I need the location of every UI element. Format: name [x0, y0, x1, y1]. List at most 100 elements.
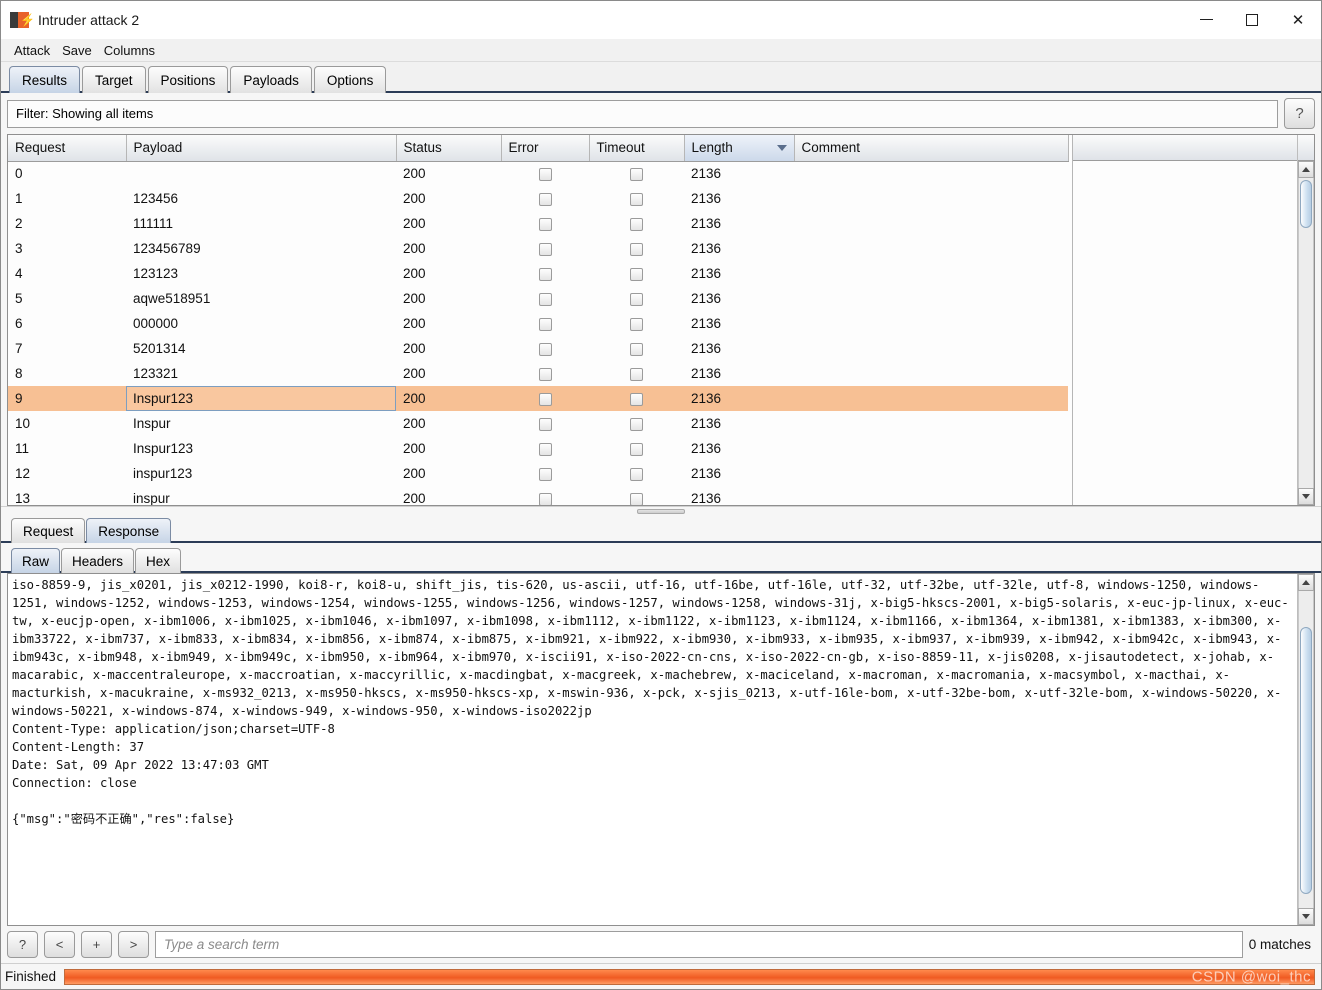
checkbox-icon[interactable]: [630, 342, 643, 356]
checkbox-icon[interactable]: [538, 442, 552, 456]
column-header-status[interactable]: Status: [396, 135, 502, 162]
timeout-checkbox[interactable]: [589, 186, 684, 211]
error-checkbox[interactable]: [501, 361, 589, 386]
error-checkbox[interactable]: [501, 311, 589, 336]
checkbox-icon[interactable]: [630, 242, 643, 256]
table-row[interactable]: 10 Inspur 200 2136: [8, 411, 1068, 436]
maximize-icon[interactable]: [1229, 1, 1275, 39]
results-vertical-scrollbar[interactable]: [1297, 135, 1314, 505]
checkbox-icon[interactable]: [538, 367, 552, 381]
table-row[interactable]: 6 000000 200 2136: [8, 311, 1068, 336]
tab-headers[interactable]: Headers: [61, 548, 135, 573]
checkbox-icon[interactable]: [630, 292, 643, 306]
table-row[interactable]: 7 5201314 200 2136: [8, 336, 1068, 361]
checkbox-icon[interactable]: [630, 267, 643, 281]
tab-options[interactable]: Options: [313, 66, 387, 93]
error-checkbox[interactable]: [501, 186, 589, 211]
checkbox-icon[interactable]: [538, 192, 552, 206]
menu-item-columns[interactable]: Columns: [98, 41, 161, 60]
error-checkbox[interactable]: [501, 236, 589, 261]
column-header-error[interactable]: Error: [501, 135, 590, 162]
error-checkbox[interactable]: [501, 461, 589, 486]
error-checkbox[interactable]: [501, 386, 589, 411]
column-header-comment[interactable]: Comment: [794, 135, 1069, 162]
checkbox-icon[interactable]: [630, 217, 643, 231]
timeout-checkbox[interactable]: [589, 211, 684, 236]
checkbox-icon[interactable]: [538, 392, 552, 406]
error-checkbox[interactable]: [501, 486, 589, 505]
checkbox-icon[interactable]: [630, 442, 643, 456]
splitter-grip[interactable]: [637, 508, 685, 514]
timeout-checkbox[interactable]: [589, 161, 684, 186]
table-row[interactable]: 3 123456789 200 2136: [8, 236, 1068, 261]
table-row[interactable]: 12 inspur123 200 2136: [8, 461, 1068, 486]
checkbox-icon[interactable]: [630, 492, 643, 505]
search-add-button[interactable]: +: [81, 931, 112, 958]
tab-payloads[interactable]: Payloads: [230, 66, 312, 93]
checkbox-icon[interactable]: [630, 392, 643, 406]
error-checkbox[interactable]: [501, 161, 589, 186]
table-row[interactable]: 2 111111 200 2136: [8, 211, 1068, 236]
menu-item-save[interactable]: Save: [56, 41, 98, 60]
tab-request[interactable]: Request: [11, 518, 86, 543]
column-header-length[interactable]: Length: [684, 135, 795, 162]
timeout-checkbox[interactable]: [589, 486, 684, 505]
checkbox-icon[interactable]: [538, 242, 552, 256]
error-checkbox[interactable]: [501, 436, 589, 461]
column-header-timeout[interactable]: Timeout: [589, 135, 685, 162]
table-row[interactable]: 9 Inspur123 200 2136: [8, 386, 1068, 411]
checkbox-icon[interactable]: [630, 192, 643, 206]
table-row[interactable]: 1 123456 200 2136: [8, 186, 1068, 211]
checkbox-icon[interactable]: [630, 367, 643, 381]
error-checkbox[interactable]: [501, 286, 589, 311]
tab-raw[interactable]: Raw: [11, 548, 61, 573]
results-scroll-thumb[interactable]: [1300, 180, 1312, 228]
checkbox-icon[interactable]: [538, 267, 552, 281]
menu-item-attack[interactable]: Attack: [8, 41, 56, 60]
response-scroll-up-icon[interactable]: [1298, 574, 1314, 591]
panel-splitter[interactable]: [1, 506, 1321, 515]
table-row[interactable]: 13 inspur 200 2136: [8, 486, 1068, 505]
checkbox-icon[interactable]: [538, 342, 552, 356]
error-checkbox[interactable]: [501, 411, 589, 436]
search-next-button[interactable]: >: [118, 931, 149, 958]
filter-bar[interactable]: Filter: Showing all items: [7, 99, 1278, 128]
scroll-up-icon[interactable]: [1298, 161, 1314, 178]
table-row[interactable]: 11 Inspur123 200 2136: [8, 436, 1068, 461]
help-icon[interactable]: ?: [1284, 98, 1315, 129]
timeout-checkbox[interactable]: [589, 261, 684, 286]
tab-response[interactable]: Response: [86, 518, 172, 543]
tab-results[interactable]: Results: [9, 66, 81, 93]
checkbox-icon[interactable]: [538, 317, 552, 331]
error-checkbox[interactable]: [501, 211, 589, 236]
checkbox-icon[interactable]: [630, 168, 643, 182]
timeout-checkbox[interactable]: [589, 461, 684, 486]
response-scroll-down-icon[interactable]: [1298, 908, 1314, 925]
close-icon[interactable]: ✕: [1275, 1, 1321, 39]
response-scroll-thumb[interactable]: [1300, 627, 1312, 894]
response-vertical-scrollbar[interactable]: [1297, 574, 1314, 925]
timeout-checkbox[interactable]: [589, 386, 684, 411]
minimize-icon[interactable]: [1183, 1, 1229, 39]
table-row[interactable]: 8 123321 200 2136: [8, 361, 1068, 386]
checkbox-icon[interactable]: [538, 467, 552, 481]
checkbox-icon[interactable]: [538, 217, 552, 231]
checkbox-icon[interactable]: [538, 492, 552, 505]
table-row[interactable]: 5 aqwe518951 200 2136: [8, 286, 1068, 311]
checkbox-icon[interactable]: [630, 467, 643, 481]
response-scroll-track[interactable]: [1298, 591, 1314, 908]
timeout-checkbox[interactable]: [589, 336, 684, 361]
search-input[interactable]: Type a search term: [155, 931, 1243, 958]
timeout-checkbox[interactable]: [589, 411, 684, 436]
tab-positions[interactable]: Positions: [147, 66, 229, 93]
timeout-checkbox[interactable]: [589, 361, 684, 386]
table-row[interactable]: 0 200 2136: [8, 161, 1068, 186]
timeout-checkbox[interactable]: [589, 236, 684, 261]
response-raw-text[interactable]: iso-8859-9, jis_x0201, jis_x0212-1990, k…: [8, 574, 1297, 925]
table-row[interactable]: 4 123123 200 2136: [8, 261, 1068, 286]
results-scroll-track[interactable]: [1298, 178, 1314, 488]
error-checkbox[interactable]: [501, 261, 589, 286]
error-checkbox[interactable]: [501, 336, 589, 361]
checkbox-icon[interactable]: [538, 292, 552, 306]
search-prev-button[interactable]: <: [44, 931, 75, 958]
